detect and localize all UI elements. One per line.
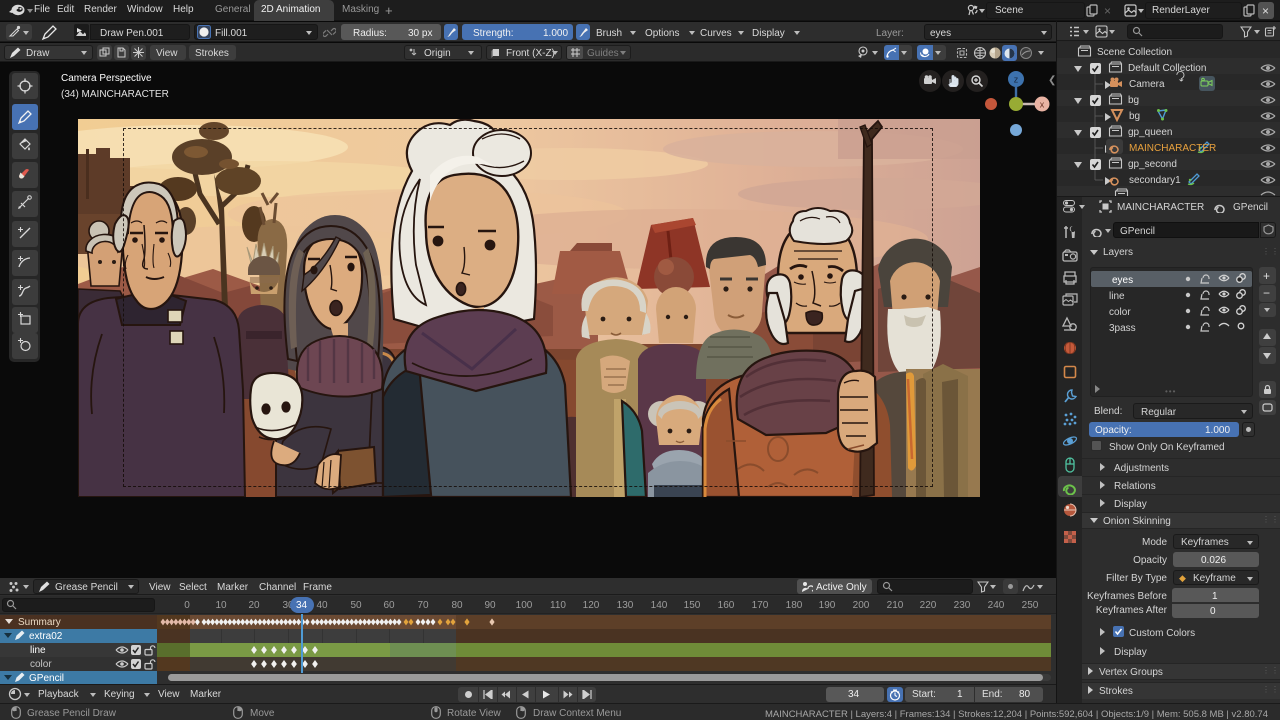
svg-text:x: x bbox=[1040, 100, 1045, 110]
svg-text:z: z bbox=[1014, 75, 1019, 85]
